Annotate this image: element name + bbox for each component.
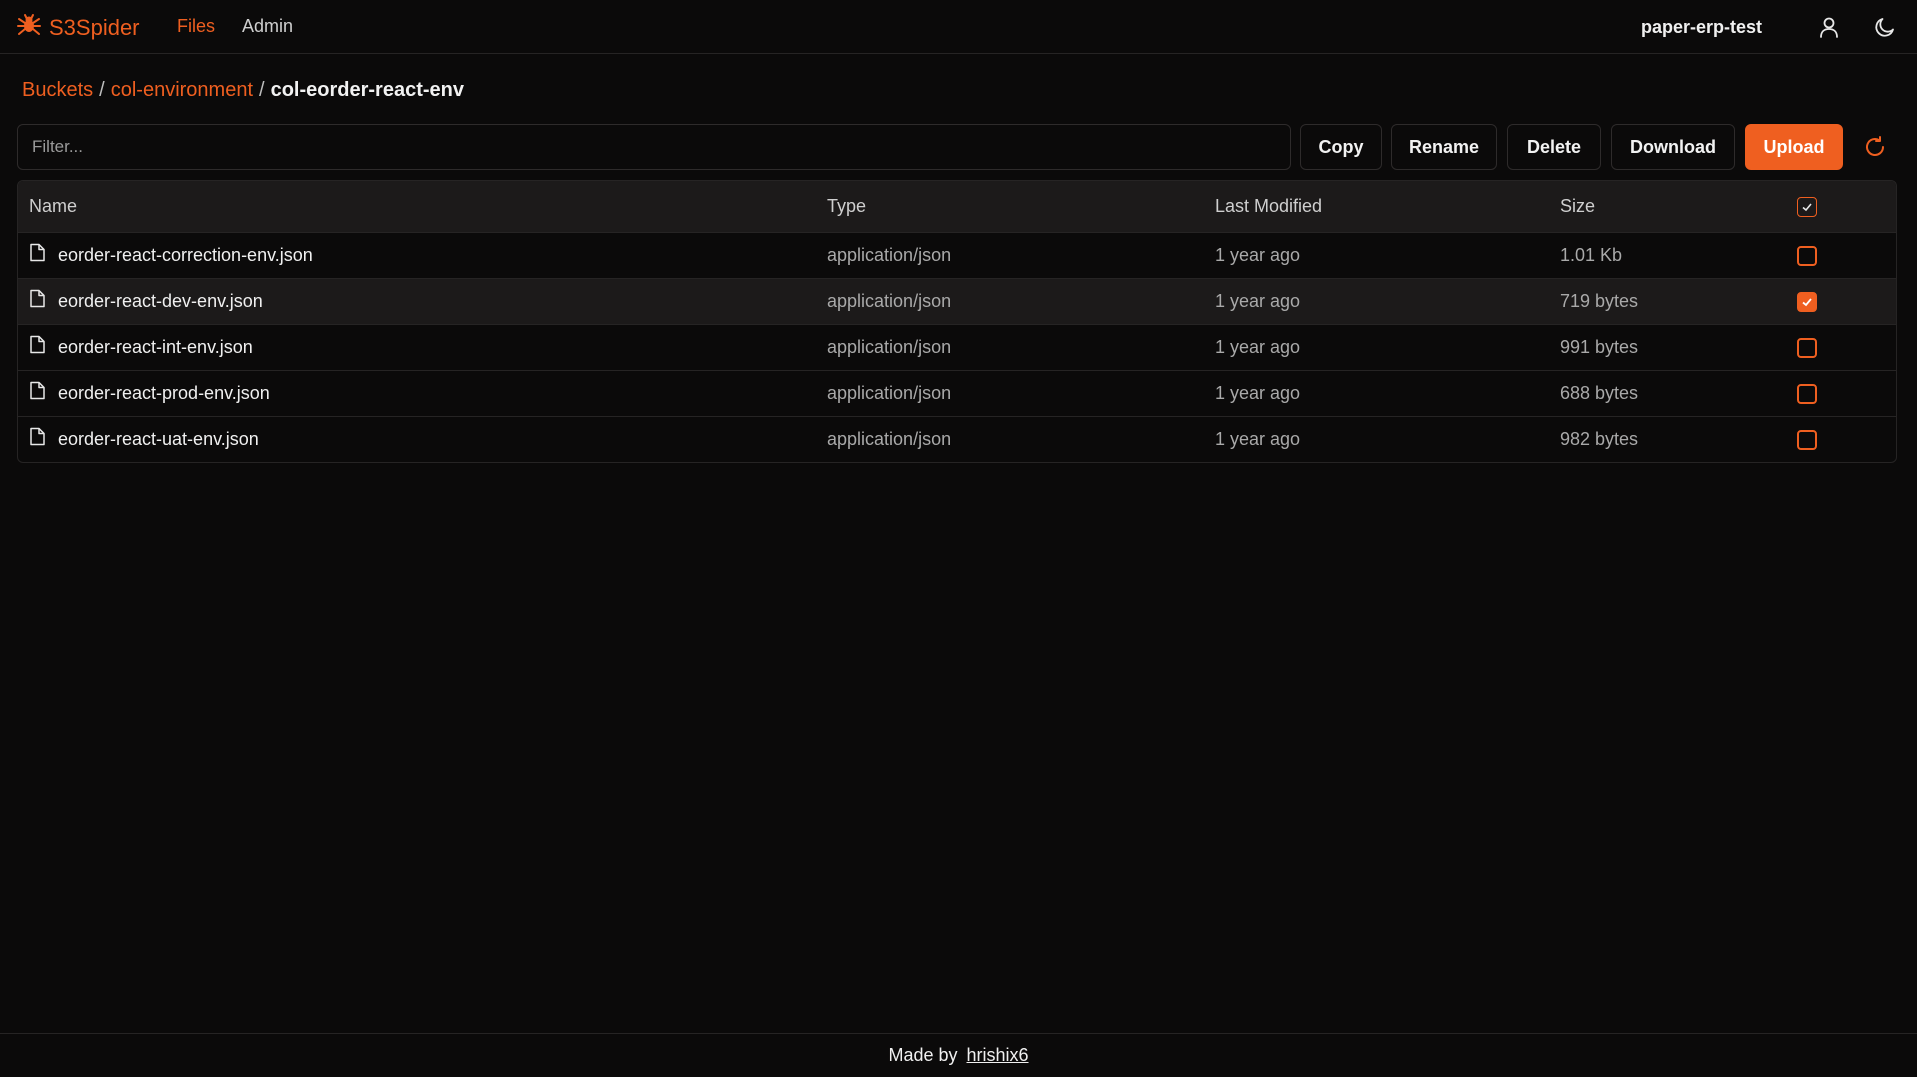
current-bucket-name[interactable]: paper-erp-test [1641, 17, 1762, 38]
file-name[interactable]: eorder-react-correction-env.json [58, 245, 313, 266]
file-size: 991 bytes [1560, 336, 1639, 357]
row-select-cell [1797, 370, 1896, 416]
column-header-name[interactable]: Name [18, 181, 827, 232]
row-select-cell [1797, 278, 1896, 324]
row-checkbox[interactable] [1797, 291, 1817, 312]
file-modified: 1 year ago [1215, 336, 1301, 357]
nav-admin-link[interactable]: Admin [242, 16, 293, 37]
brand-logo[interactable]: S3Spider [16, 12, 140, 43]
column-header-type[interactable]: Type [827, 181, 1215, 232]
select-all-cell [1797, 181, 1896, 232]
row-checkbox[interactable] [1797, 337, 1817, 358]
table-row[interactable]: eorder-react-correction-env.json applicat… [18, 232, 1896, 278]
file-icon [29, 427, 46, 451]
breadcrumb-buckets[interactable]: Buckets [22, 79, 93, 102]
breadcrumb-current: col-eorder-react-env [270, 79, 464, 101]
row-checkbox[interactable] [1797, 429, 1817, 450]
file-name[interactable]: eorder-react-dev-env.json [58, 291, 263, 312]
row-checkbox[interactable] [1797, 383, 1817, 404]
file-toolbar: Copy Rename Delete Download Upload [17, 124, 1901, 170]
footer-made-by: Made by [888, 1045, 958, 1065]
file-name-cell: eorder-react-int-env.json [18, 324, 827, 370]
file-type: application/json [827, 428, 952, 449]
filter-input[interactable] [17, 124, 1291, 170]
breadcrumb-separator: / [259, 79, 265, 101]
column-header-modified[interactable]: Last Modified [1215, 181, 1560, 232]
column-header-size[interactable]: Size [1560, 181, 1797, 232]
footer-author-link[interactable]: hrishix6 [967, 1045, 1029, 1066]
file-type: application/json [827, 290, 952, 311]
file-name-cell: eorder-react-uat-env.json [18, 416, 827, 462]
file-name[interactable]: eorder-react-uat-env.json [58, 429, 259, 450]
file-type: application/json [827, 336, 952, 357]
user-icon[interactable] [1815, 13, 1843, 41]
row-select-cell [1797, 416, 1896, 462]
row-select-cell [1797, 232, 1896, 278]
file-name[interactable]: eorder-react-prod-env.json [58, 383, 270, 404]
file-table: Name Type Last Modified Size eorder-reac… [17, 180, 1897, 463]
table-row[interactable]: eorder-react-dev-env.json application/jso… [18, 278, 1896, 324]
file-modified: 1 year ago [1215, 290, 1301, 311]
file-icon [29, 335, 46, 359]
file-name-cell: eorder-react-prod-env.json [18, 370, 827, 416]
file-name[interactable]: eorder-react-int-env.json [58, 337, 253, 358]
moon-icon[interactable] [1871, 13, 1899, 41]
file-modified: 1 year ago [1215, 428, 1301, 449]
download-button[interactable]: Download [1611, 124, 1735, 170]
table-row[interactable]: eorder-react-uat-env.json application/jso… [18, 416, 1896, 462]
file-icon [29, 243, 46, 267]
file-size: 688 bytes [1560, 382, 1639, 403]
upload-button[interactable]: Upload [1745, 124, 1843, 170]
breadcrumb: Buckets / col-environment / col-eorder-r… [22, 79, 464, 102]
copy-button[interactable]: Copy [1300, 124, 1382, 170]
nav-files-link[interactable]: Files [177, 16, 215, 37]
top-navbar: S3Spider Files Admin paper-erp-test [0, 0, 1917, 54]
table-row[interactable]: eorder-react-prod-env.json application/js… [18, 370, 1896, 416]
file-modified: 1 year ago [1215, 382, 1301, 403]
file-size: 982 bytes [1560, 428, 1639, 449]
row-select-cell [1797, 324, 1896, 370]
file-icon [29, 289, 46, 313]
row-checkbox[interactable] [1797, 245, 1817, 266]
file-icon [29, 381, 46, 405]
breadcrumb-col-environment[interactable]: col-environment [111, 79, 253, 102]
select-all-checkbox[interactable] [1797, 196, 1817, 217]
table-header-row: Name Type Last Modified Size [18, 181, 1896, 232]
file-size: 1.01 Kb [1560, 244, 1623, 265]
refresh-icon[interactable] [1861, 133, 1889, 161]
file-type: application/json [827, 382, 952, 403]
file-size: 719 bytes [1560, 290, 1639, 311]
brand-name: S3Spider [49, 14, 140, 40]
rename-button[interactable]: Rename [1391, 124, 1497, 170]
file-type: application/json [827, 244, 952, 265]
file-name-cell: eorder-react-correction-env.json [18, 232, 827, 278]
footer: Made by hrishix6 [0, 1033, 1917, 1077]
delete-button[interactable]: Delete [1507, 124, 1601, 170]
file-modified: 1 year ago [1215, 244, 1301, 265]
table-row[interactable]: eorder-react-int-env.json application/jso… [18, 324, 1896, 370]
file-name-cell: eorder-react-dev-env.json [18, 278, 827, 324]
spider-icon [16, 12, 42, 43]
breadcrumb-separator: / [99, 79, 105, 101]
